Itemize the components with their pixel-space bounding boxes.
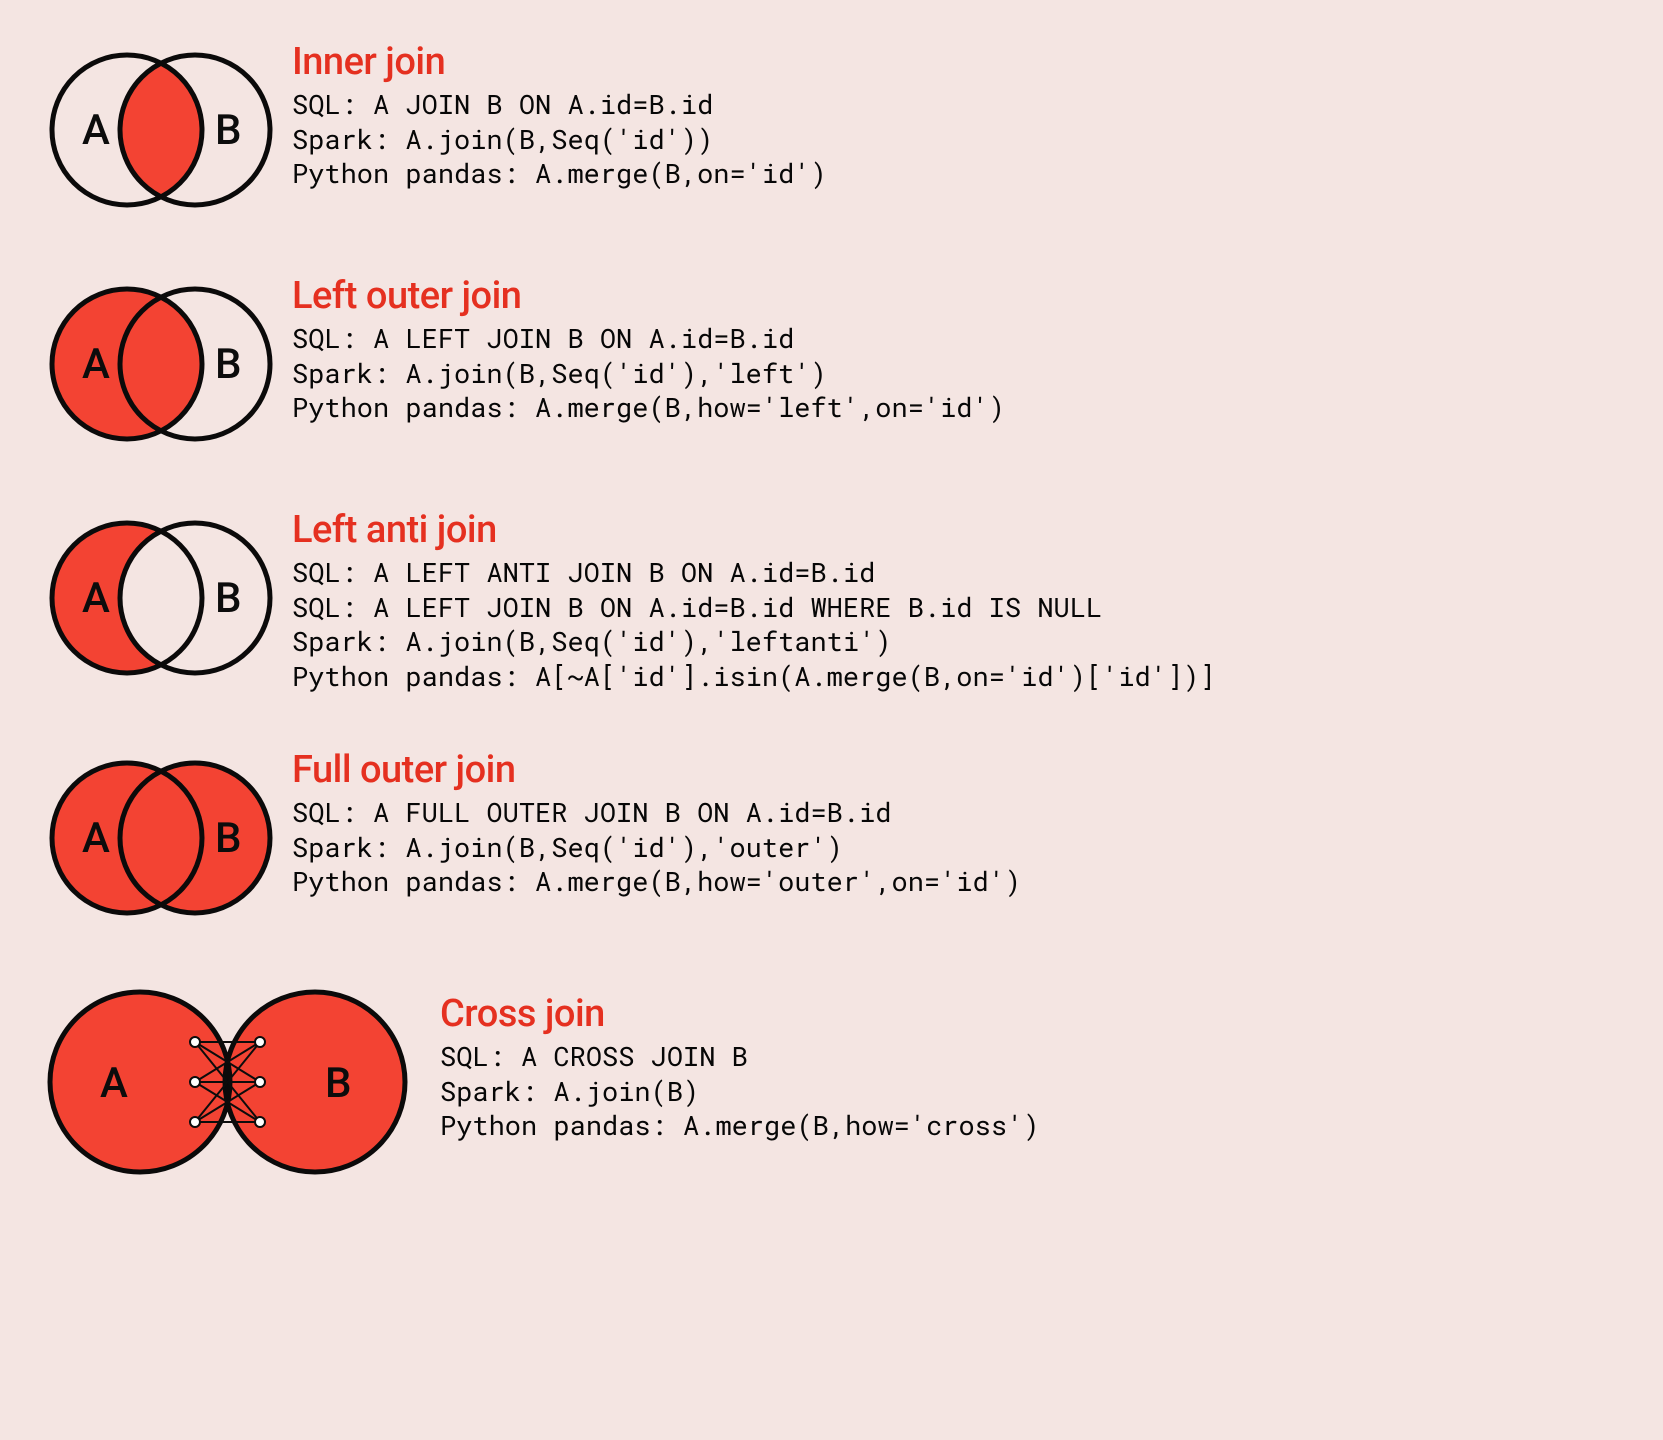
- line: Spark: A.join(B): [440, 1075, 1040, 1110]
- title-cross: Cross join: [440, 992, 1040, 1036]
- venn-inner: A B: [40, 40, 280, 220]
- venn-left: A B: [40, 274, 280, 454]
- text-cross: Cross join SQL: A CROSS JOIN B Spark: A.…: [440, 992, 1040, 1144]
- label-b: B: [215, 106, 242, 155]
- line: Spark: A.join(B,Seq('id')): [292, 123, 827, 158]
- line: Python pandas: A.merge(B,how='cross'): [440, 1109, 1040, 1144]
- line: SQL: A LEFT JOIN B ON A.id=B.id: [292, 322, 1005, 357]
- text-leftanti: Left anti join SQL: A LEFT ANTI JOIN B O…: [292, 508, 1216, 694]
- line: SQL: A LEFT ANTI JOIN B ON A.id=B.id: [292, 556, 1216, 591]
- label-b: B: [215, 814, 242, 863]
- venn-outer: A B: [40, 748, 280, 928]
- line: Python pandas: A.merge(B,how='outer',on=…: [292, 865, 1021, 900]
- row-leftanti: A B Left anti join SQL: A LEFT ANTI JOIN…: [40, 508, 1643, 694]
- label-a: A: [100, 1059, 128, 1108]
- row-inner: A B Inner join SQL: A JOIN B ON A.id=B.i…: [40, 40, 1643, 220]
- label-a: A: [82, 574, 110, 623]
- venn-cross: A B: [40, 982, 410, 1182]
- label-b: B: [215, 340, 242, 389]
- line: Python pandas: A.merge(B,how='left',on='…: [292, 391, 1005, 426]
- line: Spark: A.join(B,Seq('id'),'outer'): [292, 831, 1021, 866]
- row-left: A B Left outer join SQL: A LEFT JOIN B O…: [40, 274, 1643, 454]
- label-a: A: [82, 814, 110, 863]
- line: SQL: A CROSS JOIN B: [440, 1040, 1040, 1075]
- line: SQL: A LEFT JOIN B ON A.id=B.id WHERE B.…: [292, 591, 1216, 626]
- label-b: B: [325, 1059, 352, 1108]
- label-a: A: [82, 340, 110, 389]
- text-inner: Inner join SQL: A JOIN B ON A.id=B.id Sp…: [292, 40, 827, 192]
- line: SQL: A JOIN B ON A.id=B.id: [292, 88, 827, 123]
- row-outer: A B Full outer join SQL: A FULL OUTER JO…: [40, 748, 1643, 928]
- text-left: Left outer join SQL: A LEFT JOIN B ON A.…: [292, 274, 1005, 426]
- title-leftanti: Left anti join: [292, 508, 1216, 552]
- text-outer: Full outer join SQL: A FULL OUTER JOIN B…: [292, 748, 1021, 900]
- line: Python pandas: A.merge(B,on='id'): [292, 157, 827, 192]
- venn-leftanti: A B: [40, 508, 280, 688]
- row-cross: A B Cross join SQL: A CROSS JOIN B Spark…: [40, 982, 1643, 1182]
- title-outer: Full outer join: [292, 748, 1021, 792]
- line: Spark: A.join(B,Seq('id'),'left'): [292, 357, 1005, 392]
- line: Spark: A.join(B,Seq('id'),'leftanti'): [292, 625, 1216, 660]
- title-inner: Inner join: [292, 40, 827, 84]
- line: SQL: A FULL OUTER JOIN B ON A.id=B.id: [292, 796, 1021, 831]
- line: Python pandas: A[~A['id'].isin(A.merge(B…: [292, 660, 1216, 695]
- title-left: Left outer join: [292, 274, 1005, 318]
- label-a: A: [82, 106, 110, 155]
- label-b: B: [215, 574, 242, 623]
